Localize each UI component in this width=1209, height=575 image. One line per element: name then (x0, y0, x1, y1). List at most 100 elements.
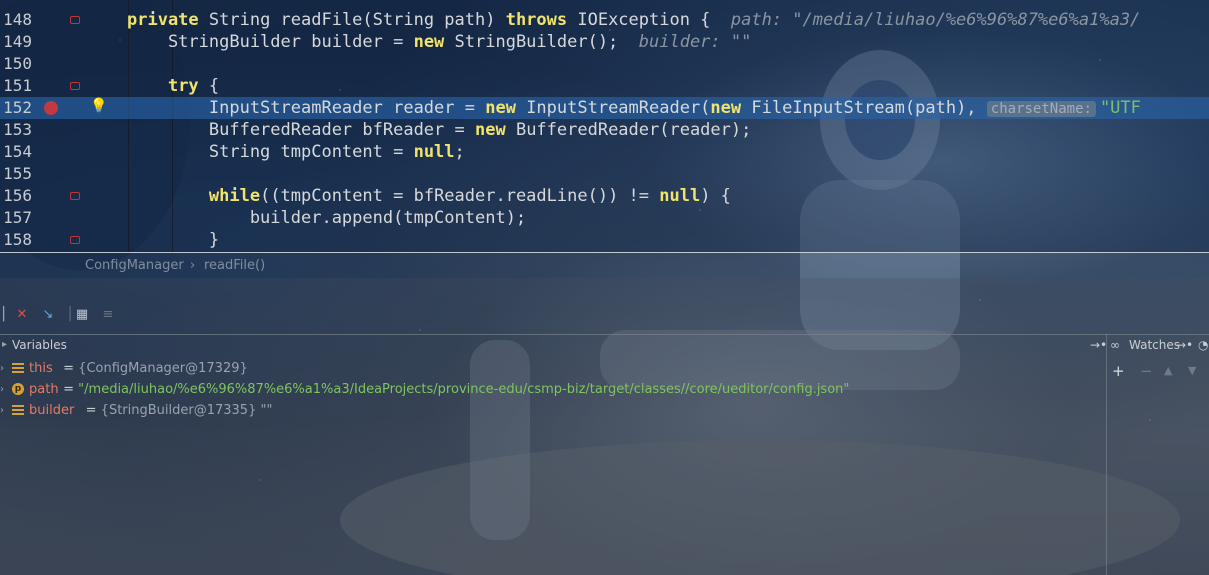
code-token: BufferedReader bfReader = (127, 120, 475, 140)
move-watch-down-button[interactable]: ▼ (1188, 362, 1196, 380)
code-token: builder.append(tmpContent); (127, 208, 527, 228)
watches-glasses-icon: ∞ (1110, 338, 1120, 352)
code-line[interactable]: 157 builder.append(tmpContent); (0, 207, 1209, 229)
expand-arrow-icon[interactable]: › (0, 400, 4, 421)
line-number[interactable]: 150 (0, 53, 32, 75)
code-text: private String readFile(String path) thr… (127, 9, 1140, 31)
fold-marker-icon[interactable] (70, 16, 80, 24)
keyword-token: private (127, 10, 199, 30)
line-number[interactable]: 158 (0, 229, 32, 251)
line-number[interactable]: 148 (0, 9, 32, 31)
code-line[interactable]: 158 } (0, 229, 1209, 251)
keyword-token: new (485, 98, 516, 118)
keyword-token: try (167, 76, 199, 96)
line-number[interactable]: 152 (0, 97, 32, 119)
equals-sign: = (81, 403, 101, 418)
code-token: IOException { (567, 10, 731, 30)
code-line[interactable]: 149 StringBuilder builder = new StringBu… (0, 31, 1209, 53)
add-watch-button[interactable]: + (1112, 362, 1125, 380)
variable-value: = {ConfigManager@17329} (59, 358, 248, 379)
expand-arrow-icon[interactable]: › (0, 379, 4, 400)
mute-breakpoints-icon[interactable]: ✕ (14, 306, 30, 324)
remove-watch-button[interactable]: − (1140, 362, 1153, 380)
variable-value: = {StringBuilder@17335} "" (82, 400, 273, 421)
parameter-hint: charsetName: (986, 101, 1096, 117)
line-number[interactable]: 154 (0, 141, 32, 163)
line-number[interactable]: 153 (0, 119, 32, 141)
line-number[interactable]: 151 (0, 75, 32, 97)
variables-title: Variables (12, 338, 67, 352)
step-into-icon[interactable]: ↘ (40, 306, 56, 324)
variable-row[interactable]: › p path = "/media/liuhao/%e6%96%87%e6%a1%… (0, 379, 1100, 400)
fold-marker-icon[interactable] (70, 236, 80, 244)
variable-name: this (29, 361, 53, 376)
variable-name: path (29, 382, 59, 397)
code-token: String tmpContent = (127, 142, 414, 162)
code-line[interactable]: 155 (0, 163, 1209, 185)
code-line[interactable]: 156 while((tmpContent = bfReader.readLin… (0, 185, 1209, 207)
variable-string-value: "/media/liuhao/%e6%96%87%e6%a1%a3/IdeaPr… (78, 382, 850, 397)
variable-type: {ConfigManager@17329} (78, 361, 248, 376)
move-watch-up-button[interactable]: ▲ (1164, 362, 1172, 380)
watches-title: Watches (1129, 338, 1180, 352)
code-token: } (127, 230, 220, 250)
code-text: builder.append(tmpContent); (127, 207, 526, 229)
watches-pin-icon[interactable]: →• (1176, 335, 1193, 355)
code-token: ; (454, 142, 465, 162)
code-line[interactable]: 148 private String readFile(String path) … (0, 9, 1209, 31)
code-token: StringBuilder(); (444, 32, 639, 52)
code-text: StringBuilder builder = new StringBuilde… (127, 31, 751, 53)
fold-marker-icon[interactable] (70, 192, 80, 200)
expand-arrow-icon[interactable]: › (0, 358, 4, 379)
watches-divider (1106, 334, 1107, 575)
evaluate-table-icon[interactable]: ▦ (74, 306, 90, 324)
keyword-token: null (413, 142, 455, 162)
code-editor[interactable]: 148 private String readFile(String path) … (0, 0, 1209, 252)
code-token: StringBuilder builder = (127, 32, 414, 52)
code-token: InputStreamReader reader = (127, 98, 486, 118)
debug-toolbar: ▏ ✕ ↘ │ ▦ ≡ (0, 306, 130, 326)
breakpoint-icon[interactable] (44, 101, 58, 115)
code-token: BufferedReader(reader); (505, 120, 752, 140)
code-token: String readFile(String path) (198, 10, 506, 30)
code-text: BufferedReader bfReader = new BufferedRe… (127, 119, 751, 141)
variables-header: ▸ Variables →• ∞ Watches →• ◔ (0, 334, 1209, 355)
pin-watches-icon[interactable]: →• (1090, 335, 1107, 355)
code-text: } (127, 229, 219, 251)
watches-gauge-icon[interactable]: ◔ (1198, 335, 1208, 355)
intention-bulb-icon[interactable]: 💡 (90, 99, 107, 114)
line-number[interactable]: 157 (0, 207, 32, 229)
parameter-icon: p (12, 383, 24, 395)
code-line[interactable]: 151 try { (0, 75, 1209, 97)
line-number[interactable]: 149 (0, 31, 32, 53)
debug-panel: ▏ ✕ ↘ │ ▦ ≡ ▸ Variables →• ∞ Watches →• … (0, 278, 1209, 575)
variable-string-value: "" (256, 403, 273, 418)
line-number[interactable]: 156 (0, 185, 32, 207)
code-line[interactable]: 152 💡 InputStreamReader reader = new Inpu… (0, 97, 1209, 119)
keyword-token: null (659, 186, 701, 206)
code-token: { (198, 76, 220, 96)
equals-sign: = (59, 361, 79, 376)
keyword-token: while (208, 186, 261, 206)
code-text: InputStreamReader reader = new InputStre… (127, 97, 1141, 120)
variable-name: builder (29, 403, 75, 418)
code-token: FileInputStream(path), (741, 98, 987, 118)
trace-disabled-icon[interactable]: ≡ (100, 306, 116, 324)
line-number[interactable]: 155 (0, 163, 32, 185)
code-line[interactable]: 153 BufferedReader bfReader = new Buffer… (0, 119, 1209, 141)
code-line[interactable]: 150 (0, 53, 1209, 75)
code-text: String tmpContent = null; (127, 141, 465, 163)
code-line[interactable]: 154 String tmpContent = null; (0, 141, 1209, 163)
code-token: ((tmpContent = bfReader.readLine()) != (260, 186, 660, 206)
breadcrumb-class[interactable]: ConfigManager (85, 253, 184, 278)
keyword-token: new (413, 32, 445, 52)
inline-value-hint: path: "/media/liuhao/%e6%96%87%e6%a1%a3/ (730, 10, 1141, 30)
fold-marker-icon[interactable] (70, 82, 80, 90)
watches-toolbar: + − ▲ ▼ (1112, 362, 1209, 380)
collapse-icon[interactable]: ▸ (2, 339, 7, 350)
breadcrumb-method[interactable]: readFile() (204, 253, 265, 278)
code-token: InputStreamReader( (515, 98, 711, 118)
variable-row[interactable]: › builder = {StringBuilder@17335} "" (0, 400, 1100, 421)
variable-row[interactable]: › this = {ConfigManager@17329} (0, 358, 1100, 379)
